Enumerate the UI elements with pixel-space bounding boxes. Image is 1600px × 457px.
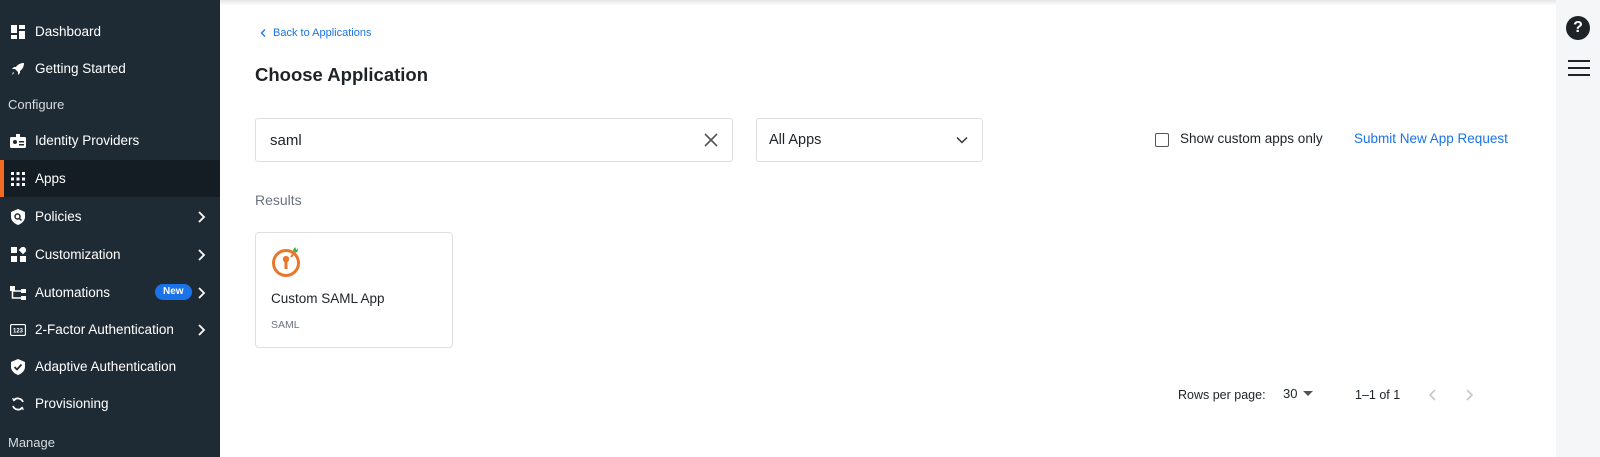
- sidebar-item-adaptive-auth[interactable]: Adaptive Authentication: [0, 348, 220, 385]
- dashboard-icon: [10, 24, 26, 40]
- clear-search-icon[interactable]: [702, 131, 720, 149]
- back-to-applications-link[interactable]: Back to Applications: [260, 27, 371, 39]
- page-title: Choose Application: [255, 64, 429, 85]
- sidebar-item-automations[interactable]: Automations New: [0, 274, 220, 311]
- sidebar-item-label: Automations: [35, 285, 111, 300]
- new-badge: New: [155, 284, 192, 300]
- sync-icon: [10, 396, 26, 412]
- app-filter-select[interactable]: All Apps: [756, 118, 983, 162]
- sidebar-item-dashboard[interactable]: Dashboard: [0, 13, 220, 50]
- caret-down-icon: [1303, 390, 1314, 396]
- section-label-manage: Manage: [8, 435, 55, 450]
- sidebar-item-apps[interactable]: Apps: [0, 160, 220, 197]
- section-label-configure: Configure: [8, 97, 65, 112]
- rows-per-page-value: 30: [1283, 386, 1298, 401]
- sidebar: Dashboard Getting Started Configure Iden…: [0, 0, 220, 457]
- next-page-icon[interactable]: [1461, 387, 1477, 403]
- sidebar-item-provisioning[interactable]: Provisioning: [0, 385, 220, 422]
- sidebar-item-label: Customization: [35, 247, 121, 262]
- chevron-right-icon: [198, 323, 206, 336]
- app-card-name: Custom SAML App: [271, 291, 385, 306]
- shield-check-icon: [10, 358, 26, 375]
- custom-apps-only-label: Show custom apps only: [1180, 131, 1323, 146]
- sidebar-item-policies[interactable]: Policies: [0, 198, 220, 235]
- saml-app-logo-icon: [272, 247, 300, 277]
- sidebar-item-identity-providers[interactable]: Identity Providers: [0, 122, 220, 159]
- id-card-icon: [10, 133, 26, 149]
- pagination-range: 1–1 of 1: [1355, 388, 1401, 402]
- apps-grid-icon: [10, 171, 26, 187]
- sidebar-item-label: Apps: [35, 171, 66, 186]
- top-shadow: [220, 0, 1556, 6]
- custom-apps-only-checkbox[interactable]: [1155, 133, 1169, 147]
- hamburger-menu-icon[interactable]: [1568, 60, 1590, 76]
- chevron-down-icon: [956, 136, 968, 144]
- sidebar-item-label: Provisioning: [35, 396, 109, 411]
- app-filter-value: All Apps: [769, 132, 822, 148]
- chevron-right-icon: [198, 210, 206, 223]
- sidebar-item-label: 2-Factor Authentication: [35, 322, 174, 337]
- search-input[interactable]: [270, 129, 670, 151]
- back-link-label: Back to Applications: [273, 27, 372, 39]
- sidebar-item-label: Identity Providers: [35, 133, 140, 148]
- submit-new-app-request-link[interactable]: Submit New App Request: [1354, 131, 1508, 146]
- rocket-icon: [10, 61, 26, 77]
- chevron-left-icon: [260, 29, 266, 37]
- 123-icon: 123: [10, 322, 26, 338]
- chevron-right-icon: [198, 248, 206, 261]
- app-card-custom-saml[interactable]: Custom SAML App SAML: [255, 232, 453, 348]
- rows-per-page-label: Rows per page:: [1178, 388, 1266, 402]
- automation-icon: [10, 285, 26, 301]
- sidebar-item-2fa[interactable]: 123 2-Factor Authentication: [0, 311, 220, 348]
- customization-icon: [10, 247, 26, 263]
- sidebar-item-getting-started[interactable]: Getting Started: [0, 50, 220, 87]
- sidebar-item-label: Adaptive Authentication: [35, 359, 177, 374]
- sidebar-item-label: Dashboard: [35, 24, 102, 39]
- sidebar-item-label: Getting Started: [35, 61, 126, 76]
- rows-per-page-select[interactable]: 30: [1283, 386, 1314, 401]
- svg-text:123: 123: [13, 328, 24, 334]
- policy-shield-icon: [10, 208, 26, 225]
- sidebar-item-customization[interactable]: Customization: [0, 236, 220, 273]
- sidebar-item-label: Policies: [35, 209, 82, 224]
- previous-page-icon[interactable]: [1425, 387, 1441, 403]
- chevron-right-icon: [198, 286, 206, 299]
- help-icon[interactable]: ?: [1566, 16, 1590, 40]
- results-heading: Results: [255, 192, 302, 208]
- app-card-tag: SAML: [271, 319, 300, 331]
- search-field[interactable]: [255, 118, 733, 162]
